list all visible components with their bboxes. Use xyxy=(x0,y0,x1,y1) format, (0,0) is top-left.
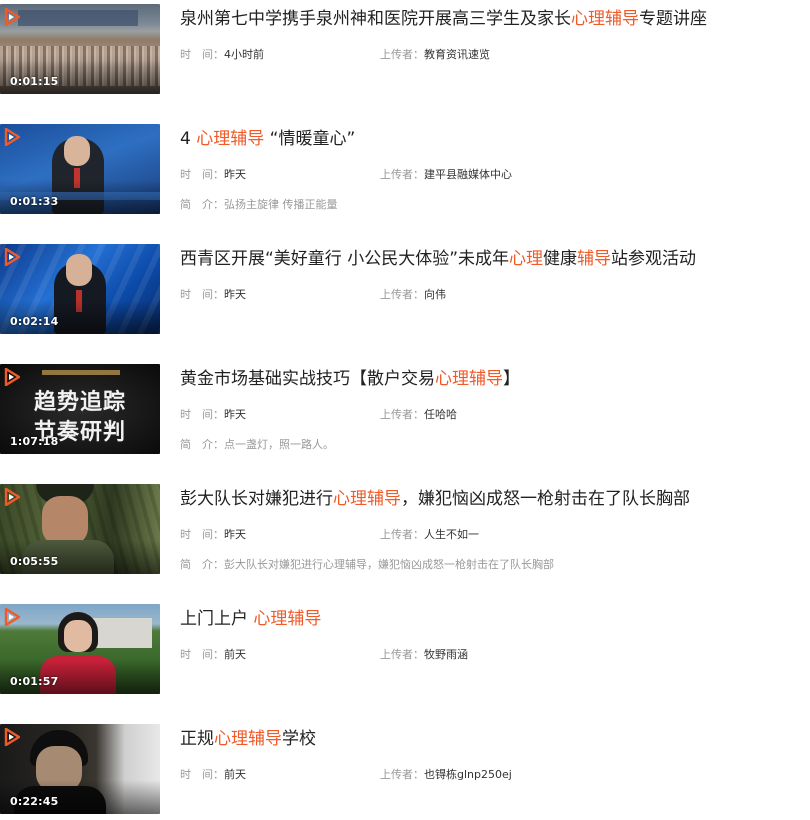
keyword-highlight: 心理辅导 xyxy=(196,129,265,149)
uploader-link[interactable]: 任哈哈 xyxy=(424,408,457,421)
video-title[interactable]: 彭大队长对嫌犯进行心理辅导，嫌犯恼凶成怒一枪射击在了队长胸部 xyxy=(180,488,690,510)
video-thumbnail[interactable]: 0:02:14 xyxy=(0,244,160,334)
video-uploader: 上传者：人生不如一 xyxy=(380,528,479,541)
video-time: 时 间：4小时前 xyxy=(180,48,264,61)
video-duration: 0:22:45 xyxy=(10,795,59,808)
keyword-highlight: 心理辅导 xyxy=(333,489,401,509)
video-duration: 0:01:57 xyxy=(10,675,59,688)
play-icon xyxy=(4,368,20,386)
list-item: 0:05:55 彭大队长对嫌犯进行心理辅导，嫌犯恼凶成怒一枪射击在了队长胸部 时… xyxy=(0,484,810,576)
list-item: 0:01:33 4 心理辅导 “情暖童心” 时 间：昨天 上传者：建平县融媒体中… xyxy=(0,124,810,216)
uploader-link[interactable]: 教育资讯速览 xyxy=(424,48,490,61)
video-time: 时 间：昨天 xyxy=(180,528,246,541)
video-intro: 简 介：彭大队长对嫌犯进行心理辅导，嫌犯恼凶成怒一枪射击在了队长胸部 xyxy=(180,558,554,571)
uploader-link[interactable]: 建平县融媒体中心 xyxy=(424,168,512,181)
play-icon xyxy=(4,608,20,626)
video-thumbnail[interactable]: 0:01:33 xyxy=(0,124,160,214)
video-uploader: 上传者：向伟 xyxy=(380,288,446,301)
thumbnail-caption-line: 趋势追踪 xyxy=(33,389,126,415)
video-title[interactable]: 黄金市场基础实战技巧【散户交易心理辅导】 xyxy=(180,368,520,390)
list-item: 0:22:45 正规心理辅导学校 时 间：前天 上传者：也锝栋glnp250ej xyxy=(0,724,810,816)
uploader-link[interactable]: 人生不如一 xyxy=(424,528,479,541)
video-title[interactable]: 4 心理辅导 “情暖童心” xyxy=(180,128,355,150)
play-icon xyxy=(4,128,20,146)
keyword-highlight: 辅导 xyxy=(577,249,612,269)
uploader-link[interactable]: 向伟 xyxy=(424,288,446,301)
keyword-highlight: 心理辅导 xyxy=(253,609,322,629)
keyword-highlight: 心理辅导 xyxy=(435,369,503,389)
video-thumbnail[interactable]: 0:01:57 xyxy=(0,604,160,694)
play-icon xyxy=(4,8,20,26)
video-uploader: 上传者：建平县融媒体中心 xyxy=(380,168,512,181)
video-result-list: 0:01:15 泉州第七中学携手泉州神和医院开展高三学生及家长心理辅导专题讲座 … xyxy=(0,0,810,820)
list-item: 0:01:57 上门上户 心理辅导 时 间：前天 上传者：牧野雨涵 xyxy=(0,604,810,696)
video-duration: 0:05:55 xyxy=(10,555,59,568)
uploader-link[interactable]: 也锝栋glnp250ej xyxy=(424,768,512,781)
play-icon xyxy=(4,488,20,506)
play-icon xyxy=(4,728,20,746)
video-duration: 1:07:18 xyxy=(10,435,59,448)
video-uploader: 上传者：任哈哈 xyxy=(380,408,457,421)
video-uploader: 上传者：牧野雨涵 xyxy=(380,648,468,661)
video-title[interactable]: 泉州第七中学携手泉州神和医院开展高三学生及家长心理辅导专题讲座 xyxy=(180,8,707,30)
video-duration: 0:01:15 xyxy=(10,75,59,88)
list-item: 趋势追踪 节奏研判 1:07:18 黄金市场基础实战技巧【散户交易心理辅导】 时… xyxy=(0,364,810,456)
play-icon xyxy=(4,248,20,266)
video-intro: 简 介：点一盏灯，照一路人。 xyxy=(180,438,334,451)
video-thumbnail[interactable]: 趋势追踪 节奏研判 1:07:18 xyxy=(0,364,160,454)
keyword-highlight: 心理辅导 xyxy=(571,9,639,29)
video-thumbnail[interactable]: 0:05:55 xyxy=(0,484,160,574)
keyword-highlight: 心理辅导 xyxy=(214,729,282,749)
video-time: 时 间：昨天 xyxy=(180,408,246,421)
video-time: 时 间：昨天 xyxy=(180,168,246,181)
video-title[interactable]: 上门上户 心理辅导 xyxy=(180,608,321,630)
video-intro: 简 介：弘扬主旋律 传播正能量 xyxy=(180,198,338,211)
list-item: 0:02:14 西青区开展“美好童行 小公民大体验”未成年心理健康辅导站参观活动… xyxy=(0,244,810,336)
video-duration: 0:01:33 xyxy=(10,195,59,208)
video-time: 时 间：前天 xyxy=(180,648,246,661)
video-title[interactable]: 正规心理辅导学校 xyxy=(180,728,316,750)
video-uploader: 上传者：也锝栋glnp250ej xyxy=(380,768,512,781)
video-time: 时 间：前天 xyxy=(180,768,246,781)
keyword-highlight: 心理 xyxy=(509,249,544,269)
video-thumbnail[interactable]: 0:22:45 xyxy=(0,724,160,814)
video-uploader: 上传者：教育资讯速览 xyxy=(380,48,490,61)
uploader-link[interactable]: 牧野雨涵 xyxy=(424,648,468,661)
video-title[interactable]: 西青区开展“美好童行 小公民大体验”未成年心理健康辅导站参观活动 xyxy=(180,248,696,270)
video-duration: 0:02:14 xyxy=(10,315,59,328)
list-item: 0:01:15 泉州第七中学携手泉州神和医院开展高三学生及家长心理辅导专题讲座 … xyxy=(0,4,810,96)
video-thumbnail[interactable]: 0:01:15 xyxy=(0,4,160,94)
video-time: 时 间：昨天 xyxy=(180,288,246,301)
